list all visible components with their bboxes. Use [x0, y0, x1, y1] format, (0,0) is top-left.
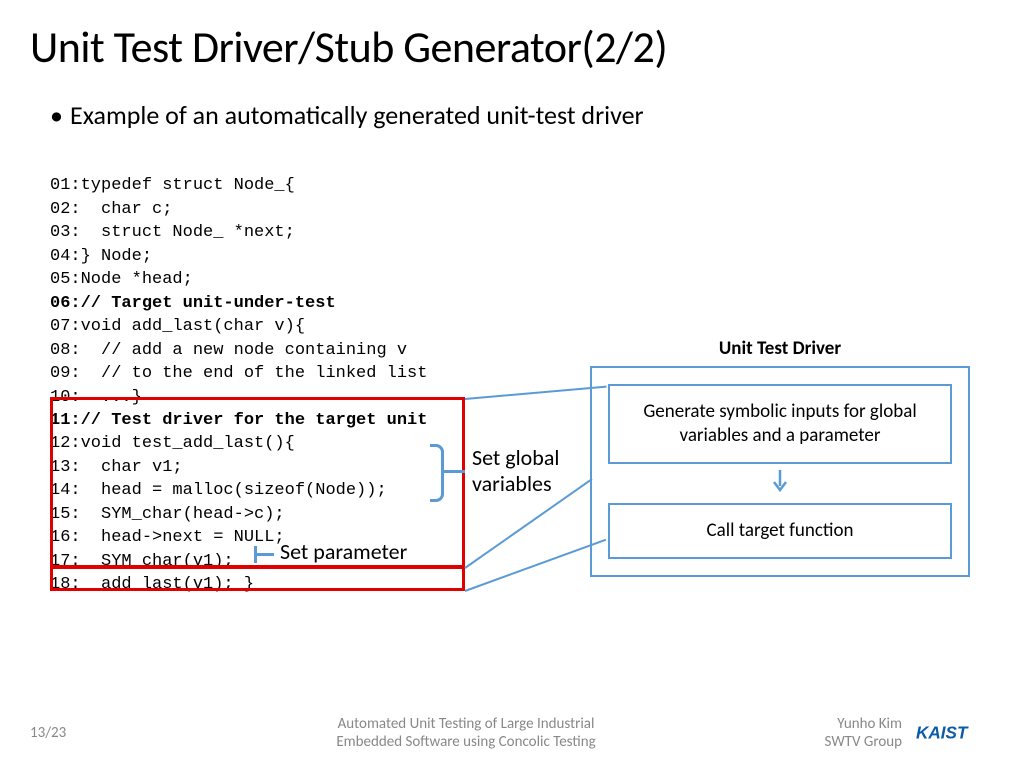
code-line: 02: char c; — [50, 200, 172, 219]
code-line: 12:void test_add_last(){ — [50, 434, 295, 453]
diagram-box-call: Call target function — [608, 503, 952, 559]
page-number: 13/23 — [30, 724, 140, 742]
unit-test-driver-diagram: Unit Test Driver Generate symbolic input… — [590, 337, 970, 577]
code-line: 08: // add a new node containing v — [50, 341, 407, 360]
diagram-title: Unit Test Driver — [590, 337, 970, 360]
code-line: 03: struct Node_ *next; — [50, 223, 295, 242]
label-set-global: Set global variables — [472, 445, 559, 498]
code-line: 01:typedef struct Node_{ — [50, 176, 295, 195]
label-set-parameter: Set parameter — [280, 538, 407, 565]
code-line: 13: char v1; — [50, 458, 183, 477]
bullet-text: Example of an automatically generated un… — [50, 99, 974, 131]
kaist-logo-icon: KAIST — [916, 723, 994, 743]
code-line: 14: head = malloc(sizeof(Node)); — [50, 481, 387, 500]
svg-text:KAIST: KAIST — [916, 723, 969, 743]
slide-footer: 13/23 Automated Unit Testing of Large In… — [0, 715, 1024, 753]
code-line-bold: 06:// Target unit-under-test — [50, 294, 336, 313]
code-line: 07:void add_last(char v){ — [50, 317, 305, 336]
slide-title: Unit Test Driver/Stub Generator(2/2) — [0, 0, 1024, 84]
diagram-box-generate: Generate symbolic inputs for global vari… — [608, 384, 952, 464]
footer-author: Yunho Kim SWTV Group — [792, 715, 902, 753]
code-line-bold: 11:// Test driver for the target unit — [50, 411, 427, 430]
arrow-down-icon — [608, 470, 952, 498]
diagram-container: Generate symbolic inputs for global vari… — [590, 366, 970, 577]
code-line: 05:Node *head; — [50, 270, 193, 289]
code-line: 17: SYM_char(v1); — [50, 552, 234, 571]
code-line: 16: head->next = NULL; — [50, 528, 285, 547]
code-line: 04:} Node; — [50, 247, 152, 266]
code-line: 18: add_last(v1); } — [50, 575, 254, 594]
footer-title: Automated Unit Testing of Large Industri… — [140, 715, 792, 753]
code-line: 09: // to the end of the linked list — [50, 364, 427, 383]
code-line: 10: ...} — [50, 388, 142, 407]
code-line: 15: SYM_char(head->c); — [50, 505, 285, 524]
